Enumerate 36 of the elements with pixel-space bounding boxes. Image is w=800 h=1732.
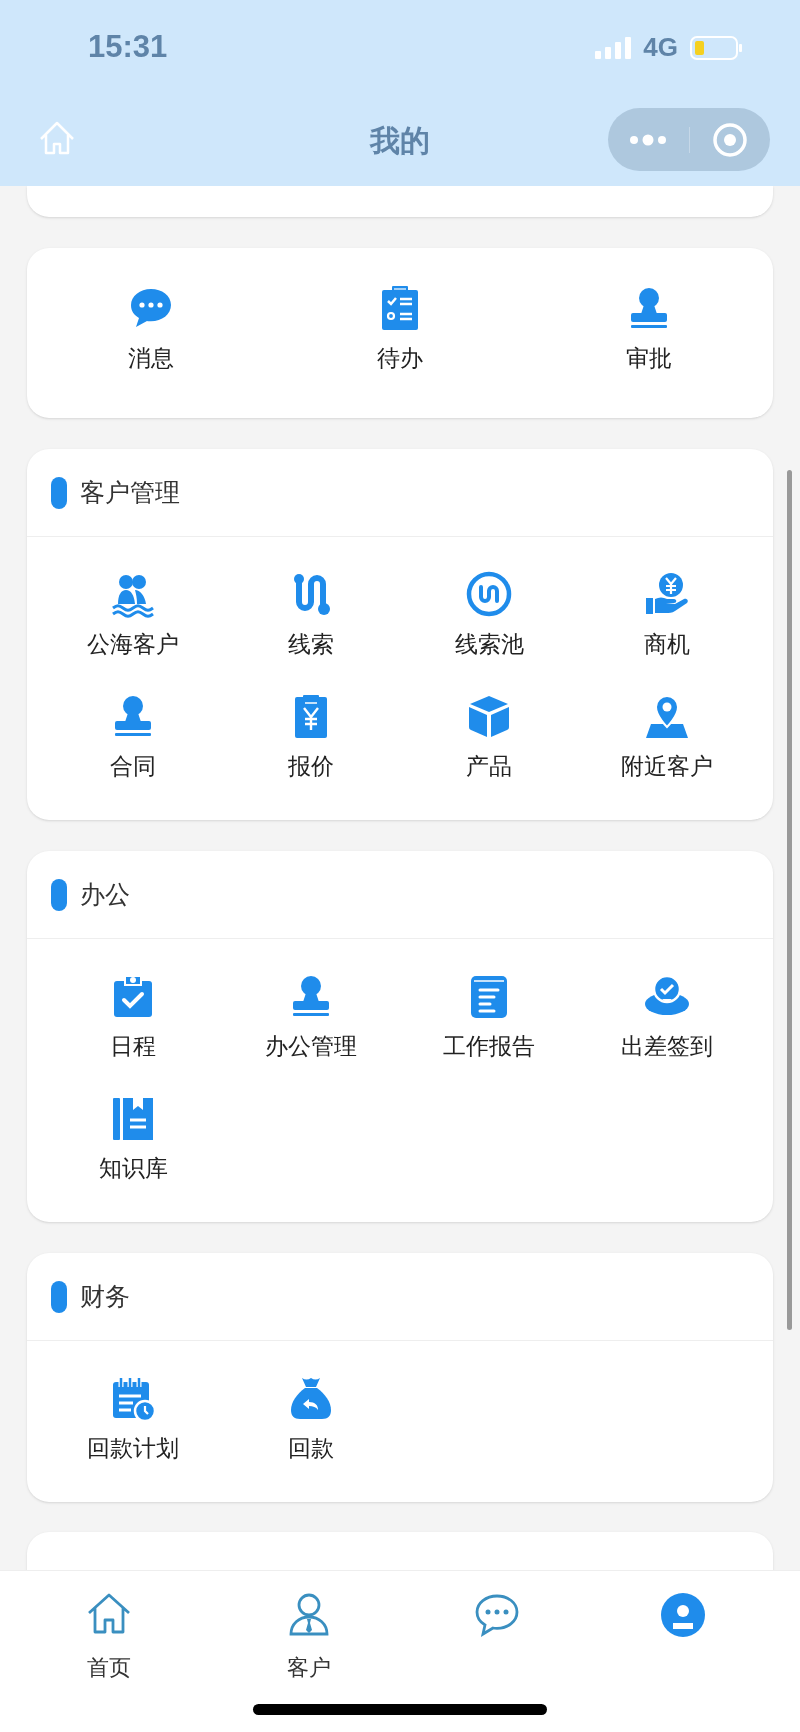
menu-item-label[interactable]: 消息 bbox=[128, 344, 175, 372]
close-target-icon bbox=[711, 121, 748, 158]
status-time: 15:31 bbox=[88, 28, 168, 67]
tab-item[interactable]: 首页 bbox=[18, 1591, 200, 1684]
section-title: 财务 bbox=[80, 1280, 130, 1312]
section-title: 客户管理 bbox=[80, 476, 180, 508]
menu-item-label[interactable]: 回款 bbox=[288, 1434, 334, 1462]
menu-item-label[interactable]: 报价 bbox=[288, 752, 334, 780]
tab-item[interactable]: 客户 bbox=[218, 1591, 400, 1684]
section-title: 办公 bbox=[80, 878, 130, 910]
menu-item-label[interactable]: 回款计划 bbox=[87, 1434, 179, 1462]
menu-item-label[interactable]: 线索 bbox=[288, 630, 334, 658]
menu-item-label[interactable]: 公海客户 bbox=[87, 630, 179, 658]
network-label: 4G bbox=[643, 31, 678, 64]
menu-item-label[interactable]: 商机 bbox=[644, 630, 690, 658]
battery-icon bbox=[690, 35, 742, 60]
profile-icon bbox=[659, 1591, 707, 1639]
menu-item-label[interactable]: 待办 bbox=[377, 344, 423, 372]
menu-item-label[interactable]: 工作报告 bbox=[443, 1032, 535, 1060]
section-marker bbox=[51, 878, 67, 911]
menu-item-label[interactable]: 知识库 bbox=[98, 1154, 168, 1182]
menu-item-label[interactable]: 线索池 bbox=[454, 630, 524, 658]
menu-item-label[interactable]: 办公管理 bbox=[265, 1032, 357, 1060]
signal-icon bbox=[595, 36, 632, 59]
menu-item-label[interactable]: 产品 bbox=[466, 752, 512, 780]
menu-item-label[interactable]: 出差签到 bbox=[621, 1032, 713, 1060]
menu-item-label[interactable]: 附近客户 bbox=[621, 752, 713, 780]
menu-item-label[interactable]: 审批 bbox=[625, 344, 672, 372]
tab-label: 客户 bbox=[287, 1654, 331, 1682]
menu-item-label[interactable]: 合同 bbox=[110, 752, 156, 780]
tab-label: 首页 bbox=[87, 1654, 131, 1682]
circled-squiggle-icon bbox=[465, 570, 513, 618]
section-marker bbox=[51, 476, 67, 509]
page-title: 我的 bbox=[368, 123, 431, 159]
section-marker bbox=[51, 1280, 67, 1313]
menu-item-label[interactable]: 日程 bbox=[110, 1032, 156, 1060]
